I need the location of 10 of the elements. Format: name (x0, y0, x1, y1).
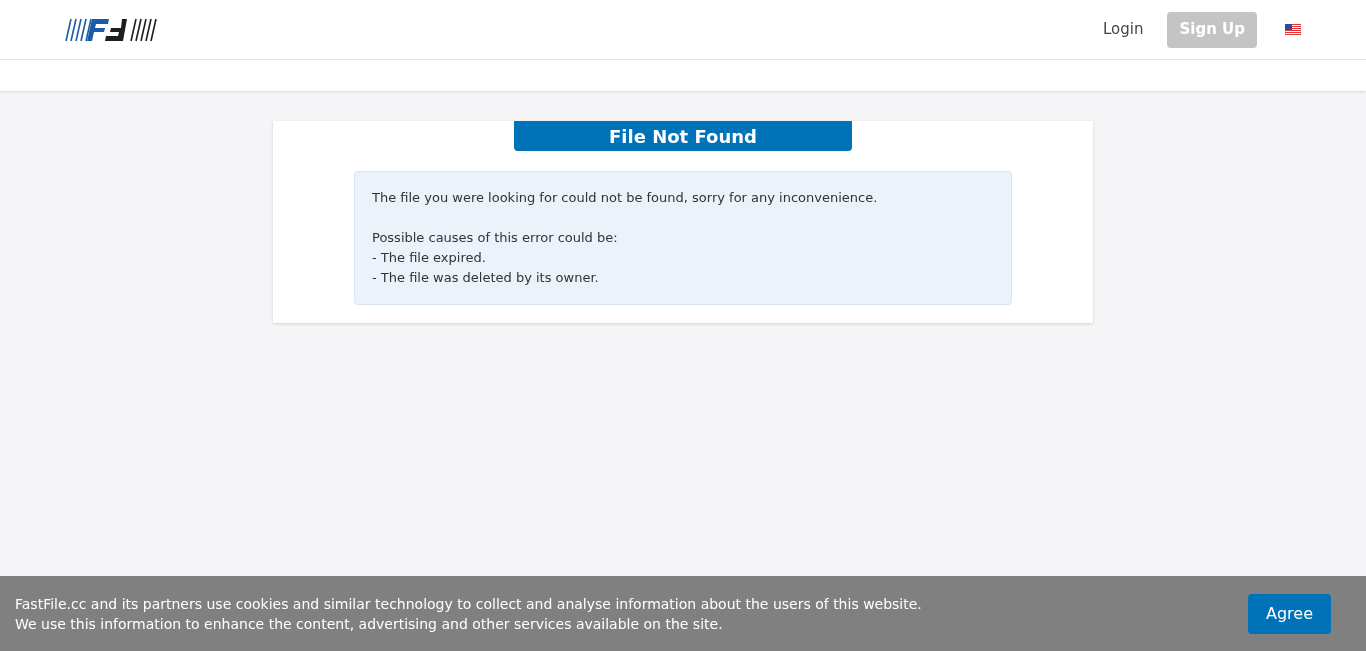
cause-item: - The file expired. (372, 249, 487, 267)
login-link[interactable]: Login (1095, 18, 1152, 41)
cause-item: - The file was deleted by its owner. (372, 269, 600, 287)
flag-icon[interactable] (1285, 24, 1301, 35)
cookie-notice-text: We use this information to enhance the content, advertising and other services available on the site. (15, 614, 724, 634)
cookie-notice-text: FastFile.cc and its partners use cookies and similar technology to collect and analyse information about the users of this website. (15, 594, 922, 614)
causes-heading: Possible causes of this error could be: (372, 229, 619, 247)
error-message: The file you were looking for could not be found, sorry for any inconvenience. (372, 189, 879, 207)
agree-button[interactable]: Agree (1248, 593, 1331, 634)
error-title: File Not Found (514, 121, 852, 151)
